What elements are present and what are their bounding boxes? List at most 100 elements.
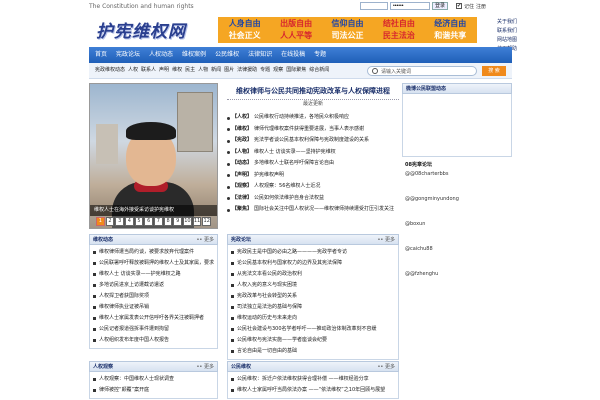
headline-title[interactable]: 维权律师与公民共同推动宪政改革与人权保障进程 xyxy=(227,83,399,100)
list-item[interactable]: 人权捍卫者获国际奖项 xyxy=(93,291,214,302)
account-handle[interactable]: @@gongminyundong xyxy=(402,195,512,203)
pager-button[interactable]: 8 xyxy=(163,217,173,226)
featured-photo[interactable]: 维权人士在海外接受采访谈护宪维权 1 2 3 4 5 6 7 8 9 10 11… xyxy=(89,83,218,229)
list-item[interactable]: 【聚焦】 国际社会关注中国人权状况——维权律师持续遭受打压引发关注 xyxy=(227,204,399,216)
item-text[interactable]: 论公民基本权利与国家权力的边界及其宪法保障 xyxy=(237,258,342,269)
login-button[interactable]: 登录 xyxy=(432,2,449,10)
item-text[interactable]: 护宪维权声明 xyxy=(254,170,284,182)
more-link[interactable]: •• 更多 xyxy=(196,235,214,245)
pager-button[interactable]: 9 xyxy=(173,217,183,226)
item-text[interactable]: 宪政改革与社会转型的关系 xyxy=(237,291,297,302)
list-item[interactable]: 【宪政】 宪法学者谈公民基本权利保障与宪政制度建设的关系 xyxy=(227,135,399,147)
list-item[interactable]: 【观察】 人权观察：56名维权人士近况 xyxy=(227,181,399,193)
account-handle[interactable]: @boxun xyxy=(402,220,512,228)
subnav-item[interactable]: 宪政维权动态 xyxy=(95,63,125,77)
item-text[interactable]: 律师代理维权案件获得重要进展，当事人表示感谢 xyxy=(254,124,364,136)
item-text[interactable]: 多地访民进京上访遭截访遣返 xyxy=(99,280,164,291)
remember-checkbox[interactable]: ✔ xyxy=(456,3,463,9)
search-button[interactable]: 搜 索 xyxy=(482,66,506,76)
item-text[interactable]: 律师被控“颠覆”案开庭 xyxy=(99,385,149,396)
pager-button[interactable]: 3 xyxy=(115,217,125,226)
register-link[interactable]: 注册 xyxy=(476,3,486,10)
subnav-item[interactable]: 声明 xyxy=(159,63,169,77)
more-label[interactable]: 更多 xyxy=(204,364,214,370)
list-item[interactable]: 宪政民主是中国的必由之路————宪政学者专访 xyxy=(231,247,395,258)
item-text[interactable]: 公民维权：拆迁户依法维权获得合理补偿 ——维权经验分享 xyxy=(237,374,369,385)
item-text[interactable]: 言论自由是一切自由的基础 xyxy=(237,346,297,357)
account-entry[interactable]: @boxun xyxy=(402,220,512,242)
nav-item[interactable]: 人权动态 xyxy=(149,47,173,63)
subnav-item[interactable]: 人物 xyxy=(198,63,208,77)
password-input[interactable] xyxy=(390,2,430,10)
pager-button[interactable]: 11 xyxy=(192,217,202,226)
subnav-item[interactable]: 联系人 xyxy=(141,63,156,77)
item-text[interactable]: 维权运动的历史与未来走向 xyxy=(237,313,297,324)
item-text[interactable]: 公民记者报道强拆事件遭到拘留 xyxy=(99,324,169,335)
more-label[interactable]: 更多 xyxy=(385,237,395,243)
list-item[interactable]: 多地访民进京上访遭截访遣返 xyxy=(93,280,214,291)
item-text[interactable]: 维权律师遭当局约谈，被要求放弃代理案件 xyxy=(99,247,194,258)
list-item[interactable]: 言论自由是一切自由的基础 xyxy=(231,346,395,357)
account-title[interactable]: 08宪章论坛 xyxy=(402,161,512,170)
subnav-item[interactable]: 观察 xyxy=(273,63,283,77)
pager-button[interactable]: 7 xyxy=(154,217,163,226)
subnav-item[interactable]: 综合新闻 xyxy=(309,63,329,77)
item-text[interactable]: 维权人士家属呼吁当局依法办案 ——“依法维权”之10年回顾与展望 xyxy=(237,385,385,396)
item-text[interactable]: 宪政民主是中国的必由之路————宪政学者专访 xyxy=(237,247,347,258)
item-text[interactable]: 维权律师执业证被吊销 xyxy=(99,302,149,313)
list-item[interactable]: 司法独立是法治的基础与保障 xyxy=(231,302,395,313)
pager-button[interactable]: 6 xyxy=(144,217,154,226)
list-item[interactable]: 人权入宪的意义与现实困境 xyxy=(231,280,395,291)
account-entry[interactable]: 08宪章论坛 @@08charterbbs xyxy=(402,161,512,192)
item-text[interactable]: 公民联署呼吁释放被羁押的维权人士及其家属，要求依法公正审理案件 xyxy=(99,258,214,269)
pager-button[interactable]: 12 xyxy=(202,217,212,226)
item-text[interactable]: 司法独立是法治的基础与保障 xyxy=(237,302,302,313)
list-item[interactable]: 【声明】 护宪维权声明 xyxy=(227,170,399,182)
list-item[interactable]: 公民维权与宪法实施——学者座谈会纪要 xyxy=(231,335,395,346)
list-item[interactable]: 人权组织发布年度中国人权报告 xyxy=(93,335,214,346)
site-logo[interactable]: 护宪维权网 xyxy=(96,17,216,42)
account-entry[interactable]: @@fzhenghu xyxy=(402,270,512,278)
list-item[interactable]: 维权人士家属发表公开信呼吁各界关注被羁押者 xyxy=(93,313,214,324)
account-handle[interactable]: @@fzhenghu xyxy=(402,270,512,278)
subnav-item[interactable]: 国际聚焦 xyxy=(286,63,306,77)
item-text[interactable]: 人权组织发布年度中国人权报告 xyxy=(99,335,169,346)
item-text[interactable]: 维权人士 访谈实录——坚持护宪维权 xyxy=(254,147,336,159)
side-link[interactable]: 关于我们 xyxy=(497,18,517,26)
list-item[interactable]: 宪政改革与社会转型的关系 xyxy=(231,291,395,302)
more-link[interactable]: •• 更多 xyxy=(377,362,395,372)
pager-button[interactable]: 1 xyxy=(96,217,105,226)
account-handle[interactable]: @caichu88 xyxy=(402,245,512,253)
list-item[interactable]: 维权人士家属呼吁当局依法办案 ——“依法维权”之10年回顾与展望 xyxy=(231,385,395,396)
account-handle[interactable]: @@08charterbbs xyxy=(402,170,512,178)
subnav-item[interactable]: 专题 xyxy=(260,63,270,77)
account-entry[interactable]: @@gongminyundong xyxy=(402,195,512,217)
pager-button[interactable]: 5 xyxy=(134,217,144,226)
list-item[interactable]: 公民记者报道强拆事件遭到拘留 xyxy=(93,324,214,335)
more-label[interactable]: 更多 xyxy=(204,237,214,243)
account-entry[interactable]: @caichu88 xyxy=(402,245,512,267)
photo-caption[interactable]: 维权人士在海外接受采访谈护宪维权 xyxy=(90,205,217,216)
nav-item[interactable]: 法律知识 xyxy=(248,47,272,63)
list-item[interactable]: 律师被控“颠覆”案开庭 xyxy=(93,385,214,396)
pager-button[interactable]: 2 xyxy=(105,217,115,226)
list-item[interactable]: 维权人士 访谈实录——护宪维权之路 xyxy=(93,269,214,280)
subnav-item[interactable]: 维权 xyxy=(172,63,182,77)
more-link[interactable]: •• 更多 xyxy=(196,362,214,372)
side-link[interactable]: 联系我们 xyxy=(497,27,517,35)
list-item[interactable]: 【法律】 公民如何依法维护自身合法权益 xyxy=(227,193,399,205)
list-item[interactable]: 维权律师遭当局约谈，被要求放弃代理案件 xyxy=(93,247,214,258)
item-text[interactable]: 公民维权行动持续推进，各地民众积极响应 xyxy=(254,112,349,124)
nav-item[interactable]: 公民维权 xyxy=(215,47,239,63)
subnav-item[interactable]: 图片 xyxy=(224,63,234,77)
list-item[interactable]: 公民维权：拆迁户依法维权获得合理补偿 ——维权经验分享 xyxy=(231,374,395,385)
item-text[interactable]: 宪法学者谈公民基本权利保障与宪政制度建设的关系 xyxy=(254,135,369,147)
username-input[interactable] xyxy=(360,2,388,10)
list-item[interactable]: 公民社会建设与300名学者呼吁——推动政治体制改革刻不容缓 xyxy=(231,324,395,335)
pager-button[interactable]: 4 xyxy=(125,217,134,226)
item-text[interactable]: 多地维权人士联名呼吁保障言论自由 xyxy=(254,158,334,170)
item-text[interactable]: 从宪法文本看公民的政治权利 xyxy=(237,269,302,280)
subnav-item[interactable]: 民主 xyxy=(185,63,195,77)
item-text[interactable]: 公民社会建设与300名学者呼吁——推动政治体制改革刻不容缓 xyxy=(237,324,377,335)
nav-item[interactable]: 首页 xyxy=(95,47,107,63)
